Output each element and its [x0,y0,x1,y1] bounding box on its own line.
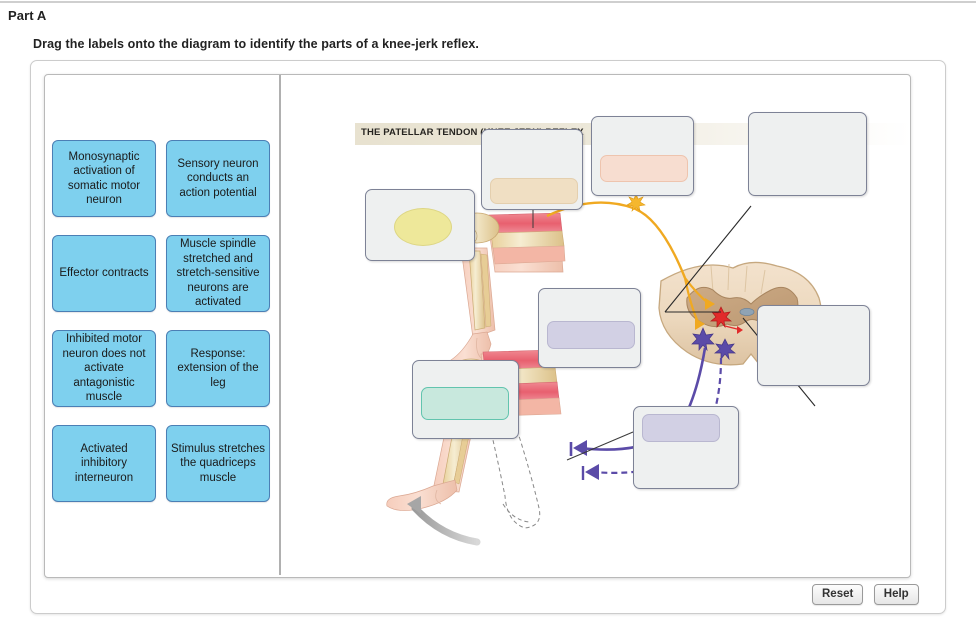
label-bank: Monosynaptic activation of somatic motor… [52,140,276,530]
draggable-label-1[interactable]: Sensory neuron conducts an action potent… [166,140,270,217]
page-title: Part A [8,8,47,23]
drop-target-sensory-neuron[interactable] [748,112,867,196]
draggable-label-4[interactable]: Inhibited motor neuron does not activate… [52,330,156,407]
drop-target-muscle-spindle[interactable] [591,116,694,196]
drop-target-hamstring-highlight [547,321,635,349]
action-button-row: Reset Help [806,584,919,605]
drop-target-hamstring[interactable] [538,288,641,368]
drop-target-response-highlight [421,387,509,420]
window-top-border [0,0,976,4]
drop-target-hammer-stimulus[interactable] [365,189,475,261]
drop-target-muscle-spindle-highlight [600,155,688,182]
drop-target-interneuron-highlight [642,414,720,442]
help-button[interactable]: Help [873,584,919,605]
draggable-label-3[interactable]: Muscle spindle stretched and stretch-sen… [166,235,270,312]
drop-target-quadriceps-highlight [490,178,578,204]
drop-target-hammer-stimulus-highlight [394,208,452,246]
reset-button[interactable]: Reset [812,584,864,605]
reflex-diagram-panel: THE PATELLAR TENDON (KNEE JERK) REFLEX [281,76,908,574]
draggable-label-6[interactable]: Activated inhibitory interneuron [52,425,156,502]
drop-target-quadriceps[interactable] [481,129,583,210]
draggable-label-2[interactable]: Effector contracts [52,235,156,312]
drop-target-interneuron[interactable] [633,406,739,489]
draggable-label-5[interactable]: Response: extension of the leg [166,330,270,407]
draggable-label-7[interactable]: Stimulus stretches the quadriceps muscle [166,425,270,502]
drop-target-response[interactable] [412,360,519,439]
drop-target-motor-neuron[interactable] [757,305,870,386]
draggable-label-0[interactable]: Monosynaptic activation of somatic motor… [52,140,156,217]
instruction-text: Drag the labels onto the diagram to iden… [33,37,479,51]
